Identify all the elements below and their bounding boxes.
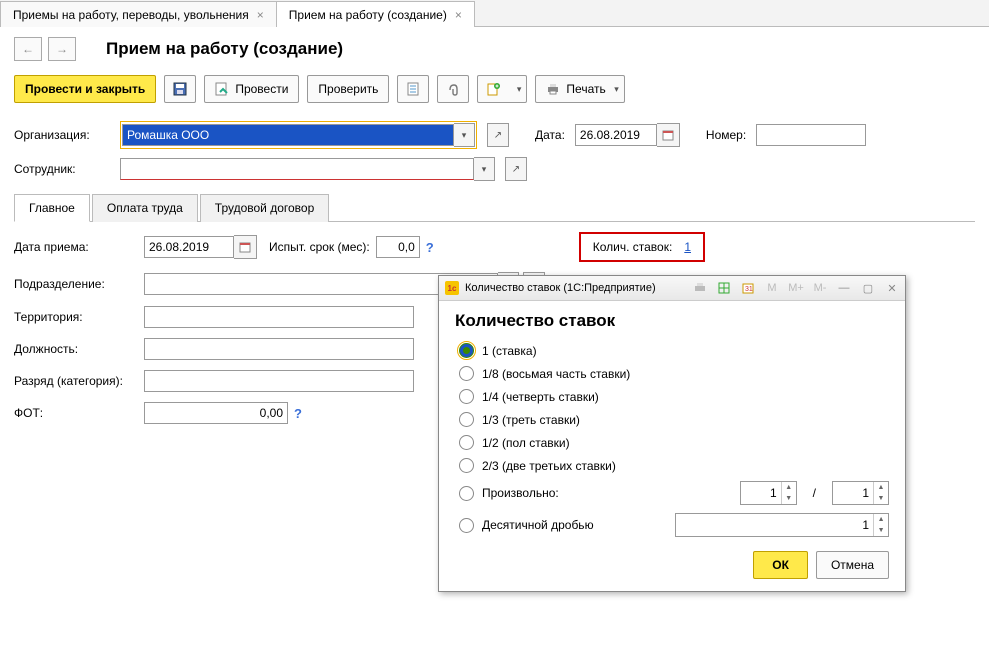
svg-text:31: 31 (745, 286, 753, 293)
m-minus-button[interactable]: M- (811, 279, 829, 297)
arb-numerator-stepper[interactable]: ▲▼ (740, 481, 797, 505)
calendar-icon[interactable] (234, 235, 257, 259)
app-tab-hire[interactable]: Прием на работу (создание) × (276, 1, 475, 27)
slash-label: / (805, 486, 824, 500)
m-plus-button[interactable]: M+ (787, 279, 805, 297)
tab-pay[interactable]: Оплата труда (92, 194, 198, 222)
organization-input[interactable] (122, 124, 454, 146)
territory-input[interactable] (144, 306, 414, 328)
page-title: Прием на работу (создание) (106, 39, 343, 59)
rates-dialog: 1c Количество ставок (1С:Предприятие) 31… (438, 275, 906, 592)
date-label: Дата: (535, 128, 565, 142)
close-icon[interactable]: ✕ (883, 279, 901, 297)
dialog-title: Количество ставок (1С:Предприятие) (465, 282, 656, 294)
nav-forward-button[interactable]: → (48, 37, 76, 61)
open-ref-button[interactable]: ↗ (505, 157, 527, 181)
territory-label: Территория: (14, 310, 144, 324)
grade-label: Разряд (категория): (14, 374, 144, 388)
toolbar: Провести и закрыть Провести Проверить Пе… (0, 65, 989, 117)
post-button[interactable]: Провести (204, 75, 299, 103)
dialog-heading: Количество ставок (455, 311, 889, 331)
app-tab-list[interactable]: Приемы на работу, переводы, увольнения × (0, 1, 277, 27)
post-and-close-button[interactable]: Провести и закрыть (14, 75, 156, 103)
rates-highlight-box: Колич. ставок: 1 (579, 232, 705, 262)
document-plus-icon (486, 82, 500, 96)
calendar-icon[interactable] (657, 123, 680, 147)
radio-arbitrary[interactable]: Произвольно: ▲▼ / ▲▼ (459, 481, 889, 505)
print-icon[interactable] (691, 279, 709, 297)
create-based-button[interactable] (477, 75, 527, 103)
calendar-icon[interactable]: 31 (739, 279, 757, 297)
employee-input[interactable] (120, 158, 474, 180)
probation-input[interactable] (376, 236, 420, 258)
tab-contract[interactable]: Трудовой договор (200, 194, 329, 222)
hire-date-label: Дата приема: (14, 240, 144, 254)
department-label: Подразделение: (14, 277, 144, 291)
app-logo-icon: 1c (445, 281, 459, 295)
rates-label: Колич. ставок: (593, 240, 673, 254)
app-tab-bar: Приемы на работу, переводы, увольнения ×… (0, 0, 989, 27)
dropdown-icon[interactable]: ▾ (454, 123, 475, 147)
inner-tab-bar: Главное Оплата труда Трудовой договор (14, 193, 975, 222)
position-input[interactable] (144, 338, 414, 360)
radio-decimal[interactable]: Десятичной дробью ▲▼ (459, 513, 889, 537)
close-icon[interactable]: × (257, 8, 264, 22)
radio-1-4[interactable]: 1/4 (четверть ставки) (459, 389, 889, 404)
close-icon[interactable]: × (455, 8, 462, 22)
check-button[interactable]: Проверить (307, 75, 389, 103)
radio-1-8[interactable]: 1/8 (восьмая часть ставки) (459, 366, 889, 381)
floppy-icon (172, 81, 188, 97)
rates-link[interactable]: 1 (684, 240, 691, 254)
help-icon[interactable]: ? (294, 406, 302, 421)
number-label: Номер: (706, 128, 746, 142)
printer-icon (546, 82, 560, 96)
dialog-titlebar[interactable]: 1c Количество ставок (1С:Предприятие) 31… (439, 276, 905, 301)
number-input[interactable] (756, 124, 866, 146)
paperclip-icon (446, 82, 460, 96)
open-ref-button[interactable]: ↗ (487, 123, 509, 147)
post-icon (215, 82, 229, 96)
nav-back-button[interactable]: ← (14, 37, 42, 61)
m-button[interactable]: M (763, 279, 781, 297)
fot-label: ФОТ: (14, 406, 144, 420)
radio-1-2[interactable]: 1/2 (пол ставки) (459, 435, 889, 450)
employee-label: Сотрудник: (14, 162, 114, 176)
organization-label: Организация: (14, 128, 114, 142)
position-label: Должность: (14, 342, 144, 356)
app-tab-label: Прием на работу (создание) (289, 8, 447, 22)
fot-input[interactable] (144, 402, 288, 424)
minimize-icon[interactable]: — (835, 279, 853, 297)
radio-1[interactable]: 1 (ставка) (459, 343, 889, 358)
report-button[interactable] (397, 75, 429, 103)
maximize-icon[interactable]: ▢ (859, 279, 877, 297)
attach-button[interactable] (437, 75, 469, 103)
tab-main[interactable]: Главное (14, 194, 90, 222)
decimal-stepper[interactable]: ▲▼ (675, 513, 889, 537)
save-button[interactable] (164, 75, 196, 103)
date-input[interactable] (575, 124, 657, 146)
grade-input[interactable] (144, 370, 414, 392)
probation-label: Испыт. срок (мес): (269, 240, 370, 254)
arb-denominator-stepper[interactable]: ▲▼ (832, 481, 889, 505)
cancel-button[interactable]: Отмена (816, 551, 889, 579)
app-tab-label: Приемы на работу, переводы, увольнения (13, 8, 249, 22)
document-icon (406, 82, 420, 96)
hire-date-input[interactable] (144, 236, 234, 258)
ok-button[interactable]: ОК (753, 551, 808, 579)
help-icon[interactable]: ? (426, 240, 434, 255)
dropdown-icon[interactable]: ▾ (474, 157, 495, 181)
radio-2-3[interactable]: 2/3 (две третьих ставки) (459, 458, 889, 473)
radio-1-3[interactable]: 1/3 (треть ставки) (459, 412, 889, 427)
print-button[interactable]: Печать (535, 75, 624, 103)
grid-icon[interactable] (715, 279, 733, 297)
